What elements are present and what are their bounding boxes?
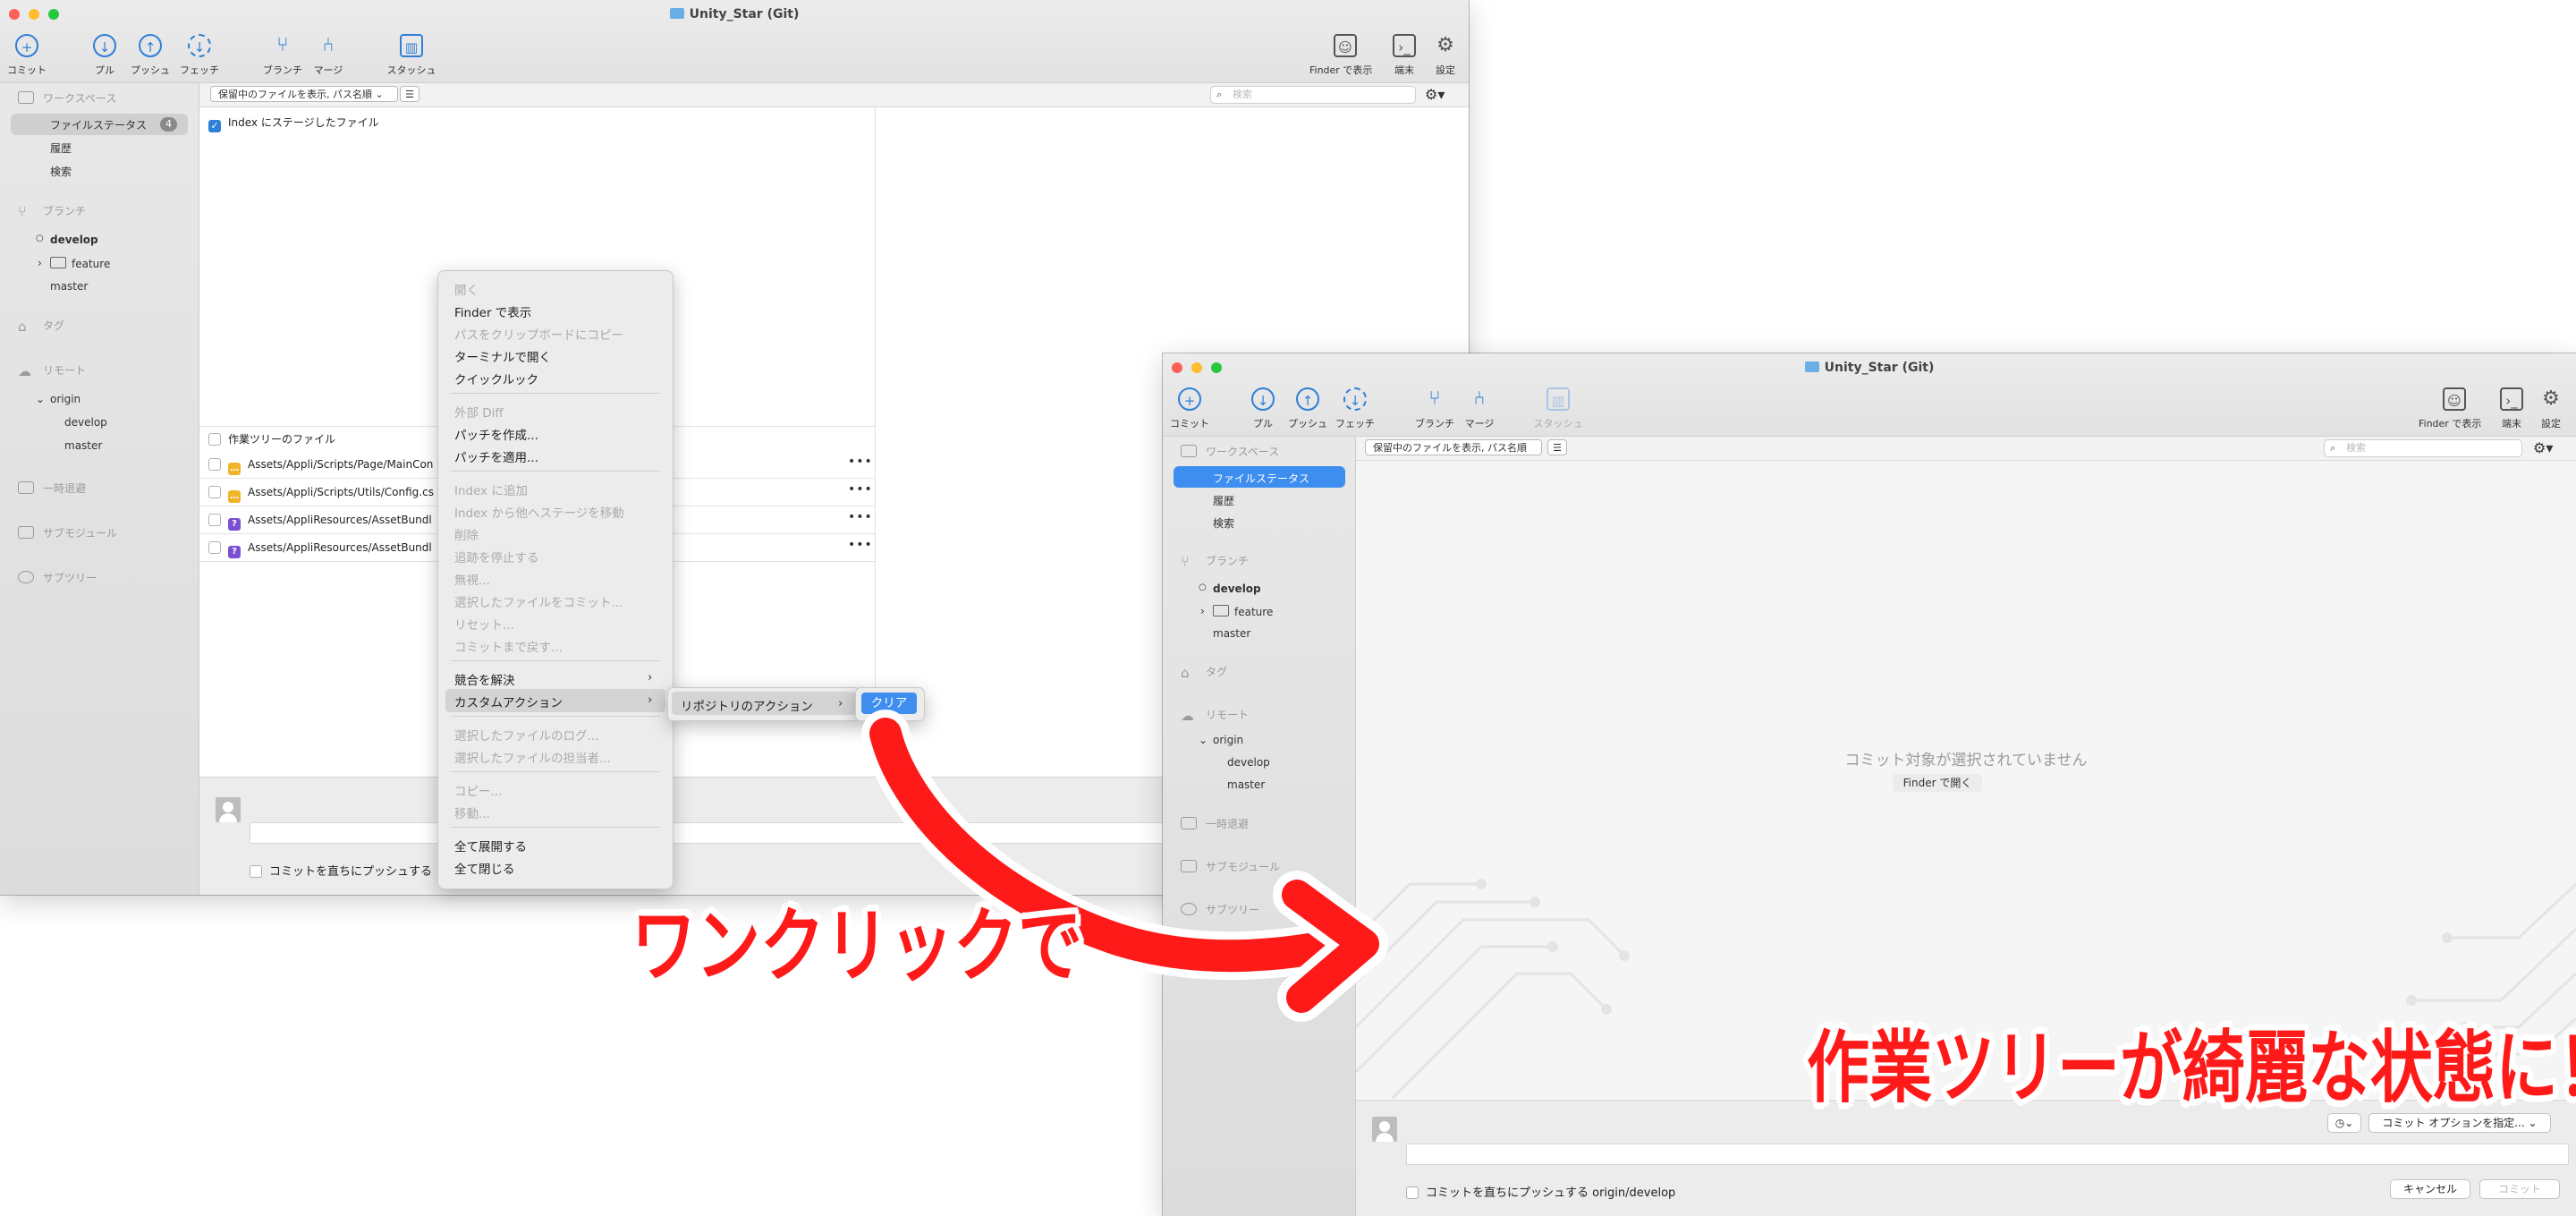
caption-one-click: ワンクリックで — [631, 898, 1083, 993]
caption-result: 作業ツリーが綺麗な状態に！ — [1807, 1022, 2576, 1114]
